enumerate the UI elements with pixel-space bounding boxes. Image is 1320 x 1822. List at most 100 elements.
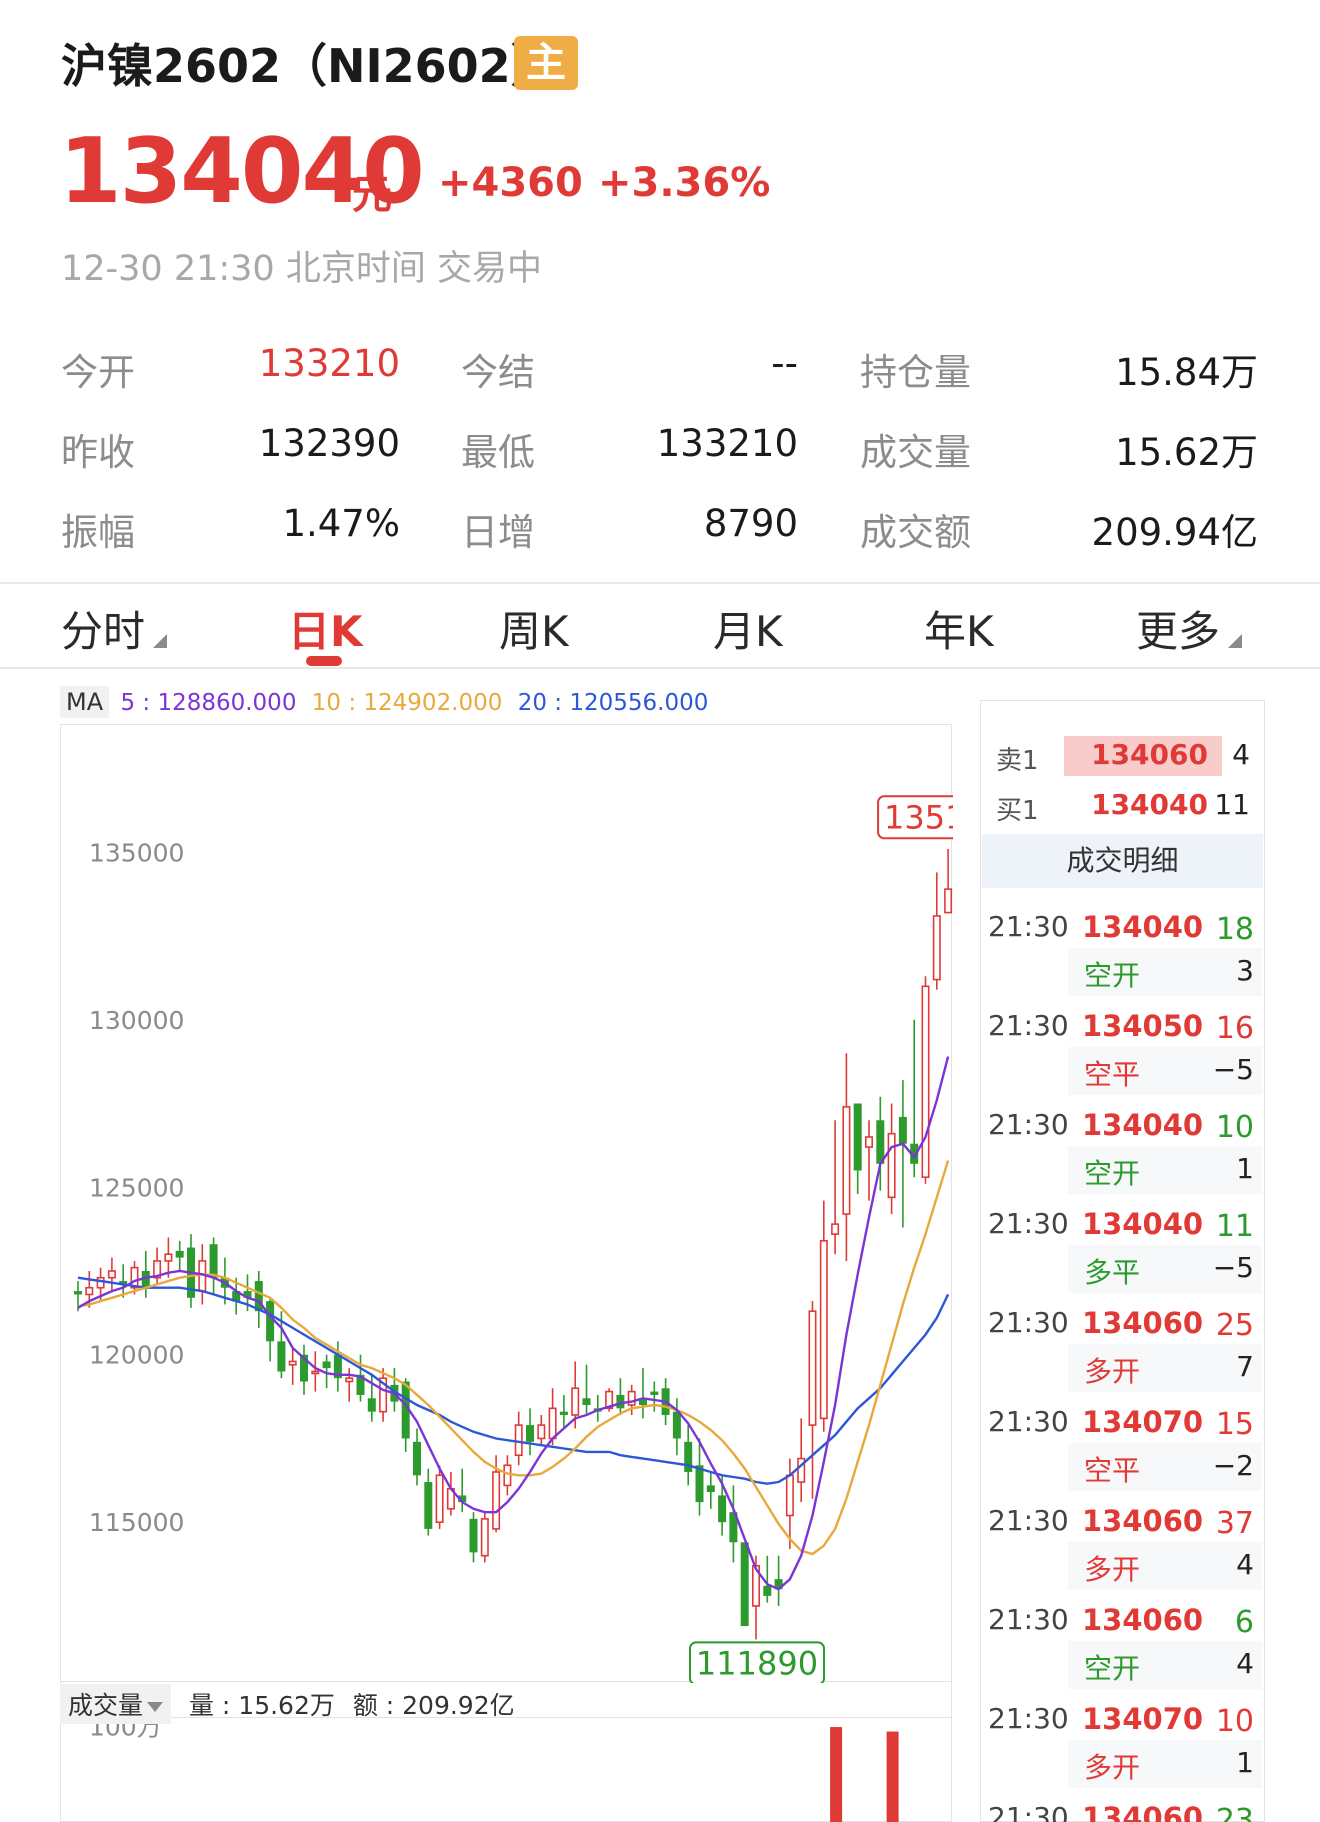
- stat-label: 成交额: [860, 511, 971, 554]
- kline-svg: 135000 130000 125000 120000 115000 135120 1118…: [74, 795, 1014, 1686]
- trade-type: 空平: [1084, 1058, 1141, 1091]
- candle-body-up: [808, 1310, 817, 1426]
- position-change: −2: [1212, 1449, 1254, 1482]
- volume-selector[interactable]: 成交量: [60, 1684, 172, 1724]
- trade-type: 多开: [1084, 1355, 1141, 1388]
- max-price-label: 135120: [884, 798, 953, 836]
- candle-body-down: [876, 1120, 885, 1164]
- candle-body-up: [311, 1370, 320, 1375]
- candle-body-up: [492, 1471, 501, 1530]
- candle-body-up: [571, 1387, 580, 1416]
- ma20-line: [77, 1276, 950, 1485]
- bid1-price: 134040: [1091, 788, 1208, 821]
- trade-type: 空平: [1084, 1454, 1141, 1487]
- volume-header: 成交量 量 : 15.62万 额 : 209.92亿: [60, 1682, 952, 1724]
- volume-value: 量 : 15.62万: [188, 1691, 335, 1720]
- candle-body-up: [435, 1474, 444, 1524]
- trading-status: 12-30 21:30 北京时间 交易中: [61, 249, 542, 289]
- trade-type: 多平: [1084, 1256, 1141, 1289]
- trade-time: 21:30: [988, 1306, 1069, 1339]
- stat-label: 振幅: [61, 511, 135, 554]
- stat-label: 昨收: [61, 431, 135, 474]
- bid1-label: 买1: [996, 796, 1039, 826]
- candle-body-down: [74, 1291, 82, 1295]
- candle-body-up: [785, 1474, 794, 1517]
- stat-value: 1.47%: [282, 502, 400, 545]
- candle-body-up: [887, 1132, 896, 1199]
- tab-monthly-k[interactable]: 月K: [713, 598, 783, 659]
- trade-time: 21:30: [988, 1009, 1069, 1042]
- trade-volume: 11: [1215, 1209, 1254, 1244]
- trade-time: 21:30: [988, 1702, 1069, 1735]
- tabs-divider-bottom: [0, 667, 1320, 669]
- candle-body-down: [672, 1411, 681, 1439]
- candle-body-down: [718, 1495, 727, 1523]
- y-tick-label: 130000: [89, 1006, 184, 1035]
- candle-body-up: [864, 1136, 873, 1148]
- trade-volume: 10: [1215, 1110, 1254, 1145]
- trades-title: 成交明细: [982, 834, 1263, 888]
- trade-type: 空开: [1084, 1652, 1141, 1685]
- stat-label: 今结: [461, 351, 535, 394]
- trade-volume: 18: [1215, 912, 1254, 947]
- candle-body-up: [831, 1223, 840, 1235]
- ask1-price: 134060: [1091, 738, 1208, 771]
- stat-label: 持仓量: [860, 351, 971, 394]
- candle-body-up: [503, 1464, 512, 1487]
- stat-value: --: [771, 342, 798, 385]
- stat-value: 133210: [258, 342, 400, 385]
- tab-intraday[interactable]: 分时: [61, 598, 168, 659]
- ask1-label: 卖1: [996, 746, 1039, 776]
- trade-volume: 6: [1234, 1605, 1254, 1640]
- candle-body-down: [413, 1441, 421, 1476]
- ma5-line: [77, 1056, 950, 1591]
- candle-body-up: [842, 1106, 851, 1215]
- candle-body-down: [684, 1441, 693, 1472]
- candle-body-down: [740, 1542, 749, 1627]
- candle-body-down: [695, 1465, 704, 1503]
- stat-label: 今开: [61, 351, 135, 394]
- trade-type: 多开: [1084, 1553, 1141, 1586]
- amount-value: 额 : 209.92亿: [352, 1691, 515, 1720]
- candle-body-down: [616, 1394, 625, 1409]
- bid1-qty: 11: [1214, 788, 1250, 821]
- candle-body-down: [526, 1425, 534, 1442]
- trade-volume: 10: [1215, 1704, 1254, 1739]
- y-tick-label: 135000: [89, 838, 184, 867]
- position-change: −5: [1212, 1251, 1254, 1284]
- trade-volume: 15: [1215, 1407, 1254, 1442]
- candle-body-up: [85, 1286, 94, 1296]
- volume-bar: [886, 1731, 899, 1822]
- position-change: 1: [1236, 1746, 1254, 1779]
- tab-daily-k[interactable]: 日K: [288, 598, 363, 659]
- tab-yearly-k[interactable]: 年K: [924, 598, 994, 659]
- trade-time: 21:30: [988, 1207, 1069, 1240]
- tab-more[interactable]: 更多: [1136, 598, 1243, 659]
- tab-weekly-k[interactable]: 周K: [499, 598, 569, 659]
- candle-body-up: [164, 1253, 173, 1262]
- price-change-percent: +3.36%: [598, 160, 771, 206]
- stat-label: 日增: [461, 511, 535, 554]
- trade-type: 空开: [1084, 959, 1141, 992]
- main-contract-badge: 主: [514, 36, 578, 90]
- position-change: 3: [1236, 954, 1254, 987]
- candle-body-down: [898, 1116, 907, 1144]
- min-price-label: 111890: [696, 1644, 818, 1682]
- ma10-value: 10 : 124902.000: [311, 690, 503, 716]
- candle-body-up: [345, 1377, 354, 1383]
- trade-volume: 25: [1215, 1308, 1254, 1343]
- trade-time: 21:30: [988, 1801, 1069, 1822]
- stat-label: 成交量: [860, 431, 971, 474]
- ma20-value: 20 : 120556.000: [517, 690, 709, 716]
- candle-body-down: [424, 1482, 433, 1529]
- candle-body-up: [548, 1407, 557, 1440]
- candle-body-down: [763, 1585, 772, 1596]
- kline-chart[interactable]: 135000 130000 125000 120000 115000 135120 1118…: [60, 724, 1014, 1686]
- trade-volume: 23: [1215, 1803, 1254, 1822]
- trade-time: 21:30: [988, 1504, 1069, 1537]
- chevron-down-icon: [147, 1702, 164, 1712]
- candle-body-up: [944, 888, 953, 914]
- stat-value: 133210: [656, 422, 798, 465]
- position-change: 4: [1236, 1647, 1254, 1680]
- position-change: −5: [1212, 1053, 1254, 1086]
